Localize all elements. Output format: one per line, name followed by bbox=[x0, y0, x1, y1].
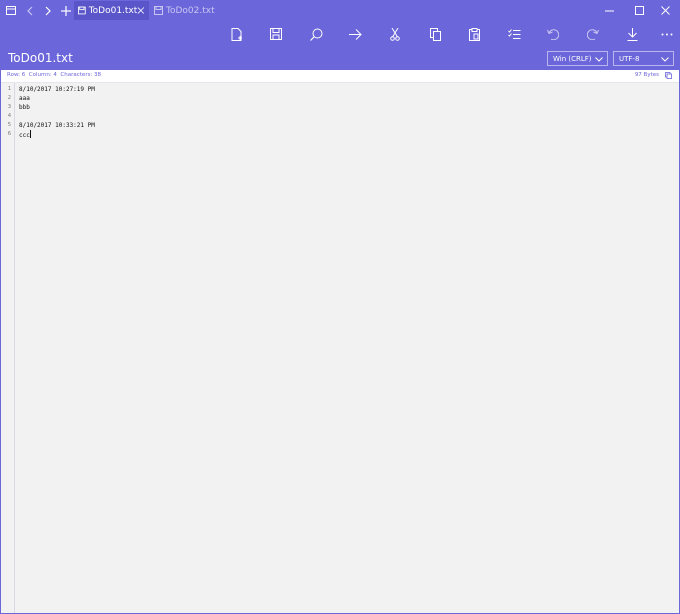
line-ending-select[interactable]: Win (CRLF) bbox=[547, 51, 608, 66]
maximize-icon[interactable] bbox=[625, 1, 653, 20]
chevron-down-icon bbox=[661, 57, 669, 62]
new-file-icon[interactable] bbox=[227, 24, 247, 44]
tab-list-icon[interactable] bbox=[1, 1, 20, 20]
line-ending-value: Win (CRLF) bbox=[553, 54, 592, 63]
close-tab-icon[interactable] bbox=[137, 6, 145, 15]
text-line-current[interactable]: ccc bbox=[19, 130, 31, 139]
line-number: 1 bbox=[7, 86, 11, 92]
chevron-down-icon bbox=[595, 57, 603, 62]
line-number-gutter: 1 2 3 4 5 6 bbox=[1, 83, 15, 613]
redo-icon[interactable] bbox=[583, 24, 603, 44]
paste-icon[interactable] bbox=[464, 24, 484, 44]
text-line[interactable]: 8/10/2017 10:27:19 PM bbox=[19, 85, 95, 94]
line-number: 2 bbox=[7, 95, 11, 101]
save-icon[interactable] bbox=[266, 24, 286, 44]
current-line-text: ccc bbox=[19, 132, 30, 139]
more-icon[interactable] bbox=[657, 24, 677, 44]
forward-icon[interactable] bbox=[38, 1, 57, 20]
row-indicator: Row: 6 bbox=[7, 72, 26, 78]
cut-icon[interactable] bbox=[385, 24, 405, 44]
cursor-info: Row: 6 Column: 4 Characters: 38 bbox=[7, 72, 101, 78]
line-number: 3 bbox=[7, 104, 11, 110]
line-number: 5 bbox=[7, 122, 11, 128]
file-icon bbox=[154, 6, 163, 15]
text-caret bbox=[29, 130, 31, 138]
new-tab-icon[interactable] bbox=[56, 1, 75, 20]
save-as-icon[interactable] bbox=[622, 24, 642, 44]
close-window-icon[interactable] bbox=[651, 1, 679, 20]
characters-indicator: Characters: 38 bbox=[60, 72, 102, 78]
text-line[interactable]: 8/10/2017 10:33:21 PM bbox=[19, 121, 95, 130]
tab-todo01[interactable]: ToDo01.txt bbox=[74, 1, 149, 20]
copy-path-icon[interactable] bbox=[665, 72, 672, 79]
file-icon bbox=[78, 6, 86, 15]
text-editor[interactable]: 1 2 3 4 5 6 8/10/2017 10:27:19 PM aaa bb… bbox=[1, 83, 679, 613]
encoding-select[interactable]: UTF-8 bbox=[613, 51, 674, 66]
minimize-icon[interactable] bbox=[595, 1, 623, 20]
search-icon[interactable] bbox=[306, 24, 326, 44]
line-number: 6 bbox=[7, 131, 11, 137]
go-to-icon[interactable] bbox=[345, 24, 365, 44]
undo-icon[interactable] bbox=[543, 24, 563, 44]
line-number: 4 bbox=[7, 113, 11, 119]
select-all-icon[interactable] bbox=[504, 24, 524, 44]
toolbar bbox=[1, 20, 679, 47]
tab-todo02[interactable]: ToDo02.txt bbox=[150, 1, 225, 20]
tab-label: ToDo02.txt bbox=[166, 5, 215, 16]
file-size: 97 Bytes bbox=[634, 72, 659, 78]
back-icon[interactable] bbox=[20, 1, 39, 20]
title-bar: ToDo01.txt ToDo02.txt bbox=[1, 1, 679, 20]
status-bar: Row: 6 Column: 4 Characters: 38 97 Bytes bbox=[1, 70, 679, 83]
text-line[interactable]: aaa bbox=[19, 94, 30, 103]
copy-icon[interactable] bbox=[425, 24, 445, 44]
encoding-value: UTF-8 bbox=[619, 54, 640, 63]
text-line[interactable]: bbb bbox=[19, 103, 30, 112]
column-indicator: Column: 4 bbox=[28, 72, 57, 78]
tab-label: ToDo01.txt bbox=[88, 5, 138, 16]
document-header: ToDo01.txt Win (CRLF) UTF-8 bbox=[1, 47, 679, 70]
file-name: ToDo01.txt bbox=[8, 51, 73, 65]
